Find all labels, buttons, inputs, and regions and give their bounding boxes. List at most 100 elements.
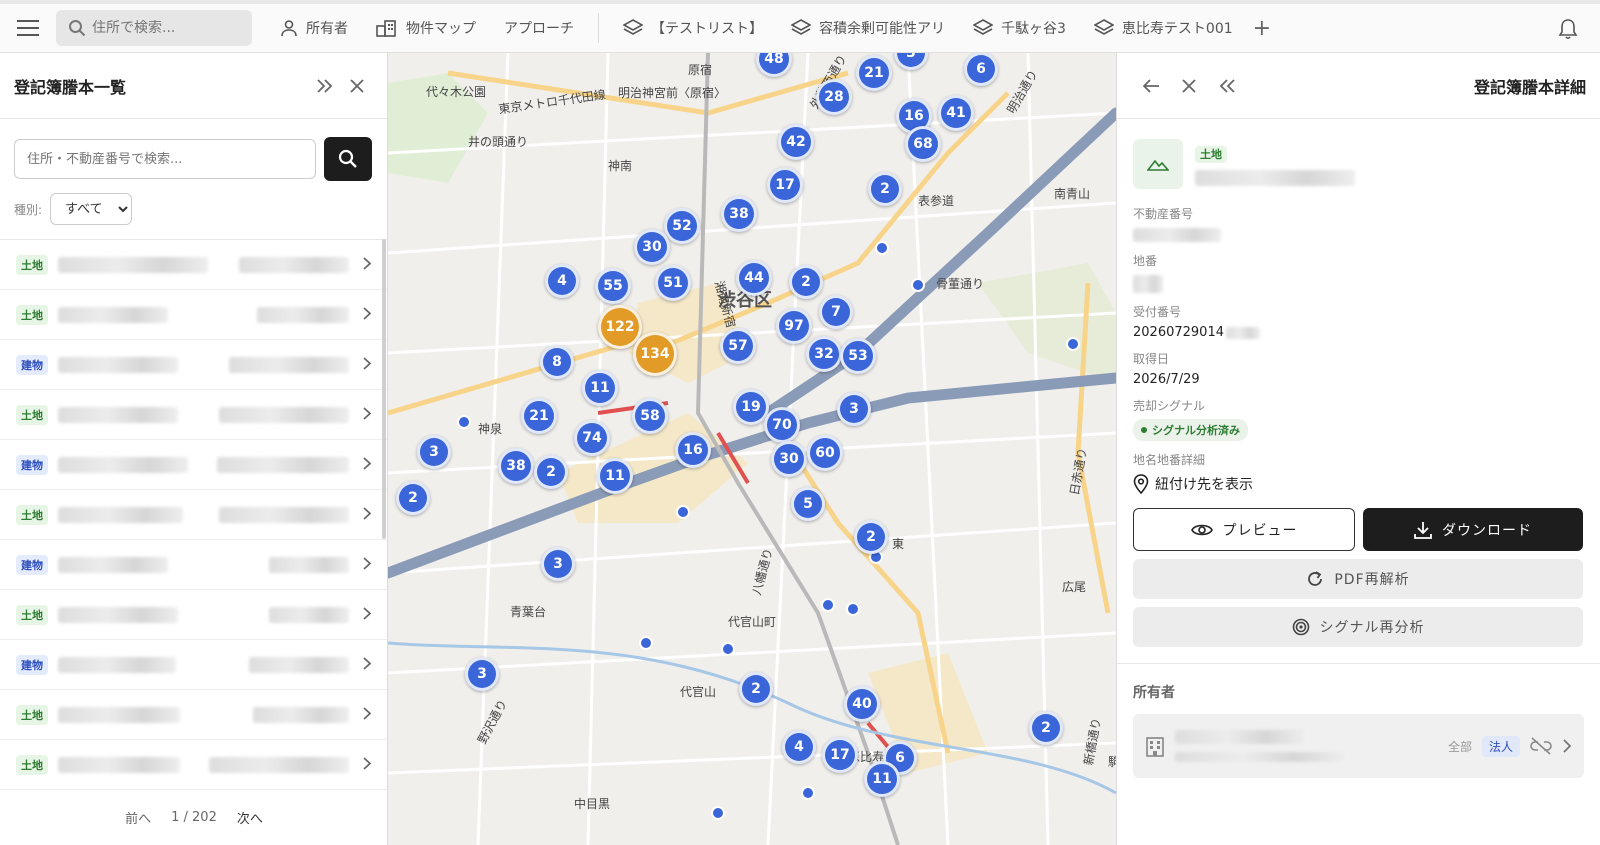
- signal-reanalyze-button[interactable]: シグナル再分析: [1133, 607, 1583, 647]
- map-property-pin[interactable]: [911, 278, 925, 292]
- map-cluster-marker[interactable]: 2: [534, 455, 568, 489]
- nav-approach[interactable]: アプローチ: [490, 4, 588, 53]
- nav-owners[interactable]: 所有者: [266, 4, 362, 53]
- map-property-pin[interactable]: [711, 806, 725, 820]
- map-cluster-marker[interactable]: 38: [498, 448, 534, 484]
- map-cluster-marker[interactable]: 32: [806, 336, 842, 372]
- map-cluster-marker[interactable]: 38: [721, 196, 757, 232]
- map-cluster-marker[interactable]: 2: [854, 520, 888, 554]
- address-search-input[interactable]: [92, 20, 242, 36]
- map-cluster-marker[interactable]: 40: [844, 686, 880, 722]
- map-cluster-marker[interactable]: 97: [776, 308, 812, 344]
- pdf-reparse-button[interactable]: PDF再解析: [1133, 559, 1583, 599]
- prev-page-button[interactable]: 前へ: [125, 808, 151, 827]
- registry-search-input[interactable]: [14, 139, 316, 179]
- map-cluster-marker[interactable]: 3: [465, 657, 499, 691]
- map-cluster-marker[interactable]: 3: [417, 435, 451, 469]
- map-cluster-marker[interactable]: 51: [655, 265, 691, 301]
- download-button[interactable]: ダウンロード: [1363, 508, 1583, 551]
- map-cluster-marker[interactable]: 21: [856, 55, 892, 91]
- map-cluster-marker[interactable]: 41: [938, 95, 974, 131]
- nav-list-floor-area-surplus[interactable]: 容積余剰可能性アリ: [777, 4, 959, 53]
- hamburger-menu-button[interactable]: [0, 4, 56, 53]
- map-cluster-marker[interactable]: 3: [837, 392, 871, 426]
- map-cluster-marker[interactable]: 55: [595, 268, 631, 304]
- map-cluster-marker[interactable]: 2: [1029, 711, 1063, 745]
- type-filter-select[interactable]: すべて: [50, 193, 133, 225]
- map-cluster-marker[interactable]: 70: [764, 407, 800, 443]
- map-cluster-marker[interactable]: 3: [541, 547, 575, 581]
- property-map[interactable]: 原宿 代々木公園 明治神宮前〈原宿〉 神南 渋谷区 井の頭通り 表参道 南青山 骨董通り 神泉 青葉…: [388, 53, 1116, 845]
- notification-bell-button[interactable]: [1558, 18, 1578, 44]
- registry-list-item[interactable]: 土地: [0, 290, 387, 340]
- registry-list-item[interactable]: 建物: [0, 640, 387, 690]
- map-cluster-marker[interactable]: 2: [868, 172, 902, 206]
- registry-list-item[interactable]: 土地: [0, 390, 387, 440]
- map-cluster-marker[interactable]: 74: [574, 420, 610, 456]
- map-cluster-marker[interactable]: 44: [736, 260, 772, 296]
- registry-list-item[interactable]: 建物: [0, 540, 387, 590]
- registry-list-item[interactable]: 建物: [0, 340, 387, 390]
- preview-button[interactable]: プレビュー: [1133, 508, 1355, 551]
- map-cluster-marker[interactable]: 16: [675, 432, 711, 468]
- map-cluster-marker[interactable]: 28: [816, 79, 852, 115]
- map-cluster-marker[interactable]: 11: [864, 761, 900, 797]
- collapse-detail-button[interactable]: [1211, 70, 1243, 102]
- registry-list-item[interactable]: 土地: [0, 590, 387, 640]
- nav-list-test[interactable]: 【テストリスト】: [609, 4, 777, 53]
- add-list-button[interactable]: +: [1247, 4, 1277, 53]
- map-cluster-marker[interactable]: 134: [633, 332, 677, 376]
- close-panel-button[interactable]: [341, 70, 373, 102]
- nav-list-ebisu-test[interactable]: 恵比寿テスト001: [1080, 4, 1247, 53]
- nav-list-sendagaya[interactable]: 千駄ヶ谷3: [959, 4, 1080, 53]
- map-cluster-marker[interactable]: 58: [632, 398, 668, 434]
- map-property-pin[interactable]: [821, 598, 835, 612]
- map-cluster-marker[interactable]: 6: [964, 53, 998, 86]
- map-property-pin[interactable]: [457, 415, 471, 429]
- map-cluster-marker[interactable]: 5: [791, 487, 825, 521]
- map-cluster-marker[interactable]: 60: [807, 435, 843, 471]
- map-cluster-marker[interactable]: 11: [597, 458, 633, 494]
- registry-list-item[interactable]: 土地: [0, 740, 387, 790]
- registry-list-item[interactable]: 建物: [0, 440, 387, 490]
- back-button[interactable]: [1135, 70, 1167, 102]
- map-property-pin[interactable]: [1066, 337, 1080, 351]
- expand-panel-button[interactable]: [309, 70, 341, 102]
- map-cluster-marker[interactable]: 8: [540, 345, 574, 379]
- show-linked-target-link[interactable]: 紐付け先を表示: [1133, 474, 1584, 494]
- map-cluster-marker[interactable]: 7: [819, 295, 853, 329]
- address-search-box[interactable]: [56, 10, 252, 46]
- registry-list-item[interactable]: 土地: [0, 490, 387, 540]
- map-cluster-marker[interactable]: 42: [778, 124, 814, 160]
- map-cluster-marker[interactable]: 21: [521, 398, 557, 434]
- map-property-pin[interactable]: [801, 786, 815, 800]
- registry-search-button[interactable]: [324, 137, 372, 181]
- map-cluster-marker[interactable]: 57: [720, 328, 756, 364]
- unlink-icon[interactable]: [1530, 737, 1552, 755]
- map-property-pin[interactable]: [846, 602, 860, 616]
- registry-list-item[interactable]: 土地: [0, 240, 387, 290]
- next-page-button[interactable]: 次へ: [237, 808, 263, 827]
- map-cluster-marker[interactable]: 4: [545, 264, 579, 298]
- map-cluster-marker[interactable]: 2: [789, 265, 823, 299]
- map-cluster-marker[interactable]: 2: [739, 672, 773, 706]
- map-property-pin[interactable]: [875, 241, 889, 255]
- map-cluster-marker[interactable]: 17: [822, 737, 858, 773]
- map-property-pin[interactable]: [721, 642, 735, 656]
- owner-card[interactable]: 全部 法人: [1133, 714, 1584, 778]
- map-cluster-marker[interactable]: 11: [582, 370, 618, 406]
- close-detail-button[interactable]: [1173, 70, 1205, 102]
- map-cluster-marker[interactable]: 30: [634, 229, 670, 265]
- map-property-pin[interactable]: [639, 636, 653, 650]
- map-property-pin[interactable]: [676, 505, 690, 519]
- map-cluster-marker[interactable]: 30: [771, 441, 807, 477]
- nav-property-map[interactable]: 物件マップ: [362, 4, 490, 53]
- map-cluster-marker[interactable]: 52: [664, 208, 700, 244]
- map-cluster-marker[interactable]: 2: [396, 481, 430, 515]
- map-cluster-marker[interactable]: 17: [767, 167, 803, 203]
- map-cluster-marker[interactable]: 68: [905, 126, 941, 162]
- list-scrollbar[interactable]: [382, 239, 386, 539]
- registry-list-item[interactable]: 土地: [0, 690, 387, 740]
- map-cluster-marker[interactable]: 4: [782, 730, 816, 764]
- map-cluster-marker[interactable]: 53: [840, 338, 876, 374]
